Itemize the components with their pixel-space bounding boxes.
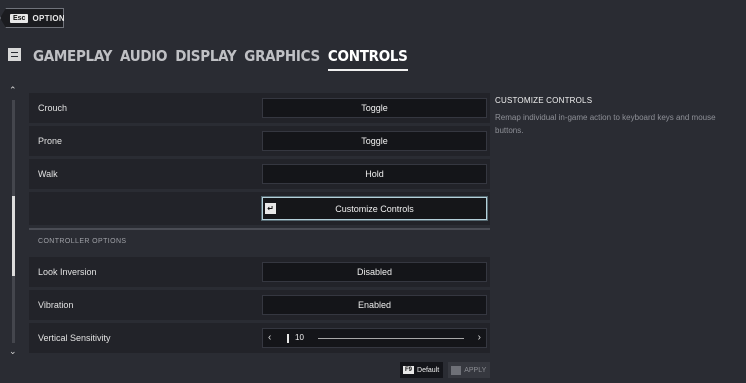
slider-handle[interactable] bbox=[287, 334, 289, 343]
customize-controls-button[interactable]: ↵ Customize Controls bbox=[262, 197, 487, 220]
info-panel: CUSTOMIZE CONTROLS Remap individual in-g… bbox=[495, 96, 731, 137]
setting-label: Prone bbox=[38, 136, 63, 146]
tab-graphics[interactable]: GRAPHICS bbox=[244, 47, 320, 69]
chevron-down-icon[interactable]: ⌄ bbox=[9, 347, 17, 356]
setting-row-walk: Walk Hold bbox=[29, 159, 490, 189]
default-label: Default bbox=[417, 366, 440, 374]
slider-track[interactable] bbox=[318, 338, 464, 339]
esc-key-icon: Esc bbox=[10, 13, 29, 23]
tab-display[interactable]: DISPLAY bbox=[175, 47, 236, 69]
apply-key-icon bbox=[451, 365, 462, 375]
controller-options-header: CONTROLLER OPTIONS bbox=[38, 237, 127, 245]
chevron-up-icon[interactable]: ⌃ bbox=[9, 86, 17, 95]
tab-gameplay[interactable]: GAMEPLAY bbox=[33, 47, 112, 69]
crouch-value-selector[interactable]: Toggle bbox=[262, 98, 487, 118]
prone-value-selector[interactable]: Toggle bbox=[262, 131, 487, 151]
apply-button[interactable]: APPLY bbox=[448, 362, 491, 378]
scroll-thumb[interactable] bbox=[12, 196, 15, 276]
scroll-track[interactable] bbox=[12, 100, 15, 343]
setting-row-look-inversion: Look Inversion Disabled bbox=[29, 257, 490, 287]
setting-label: Vertical Sensitivity bbox=[38, 333, 111, 343]
f9-key-icon: F9 bbox=[403, 366, 415, 374]
footer-actions: F9 Default APPLY bbox=[400, 362, 491, 378]
setting-row-customize: ↵ Customize Controls bbox=[29, 192, 490, 225]
menu-icon[interactable] bbox=[8, 48, 21, 61]
apply-label: APPLY bbox=[464, 366, 487, 374]
info-title: CUSTOMIZE CONTROLS bbox=[495, 96, 593, 105]
back-button[interactable]: Esc OPTIONS bbox=[0, 8, 64, 28]
vertical-sensitivity-slider[interactable]: ‹ 10 › bbox=[262, 328, 487, 348]
vibration-selector[interactable]: Enabled bbox=[262, 295, 487, 315]
default-button[interactable]: F9 Default bbox=[400, 362, 444, 378]
setting-label: Walk bbox=[38, 169, 58, 179]
tab-controls[interactable]: CONTROLS bbox=[327, 47, 408, 71]
setting-row-prone: Prone Toggle bbox=[29, 126, 490, 156]
look-inversion-selector[interactable]: Disabled bbox=[262, 262, 487, 282]
settings-list: Crouch Toggle Prone Toggle Walk Hold ↵ C… bbox=[29, 93, 490, 356]
info-description: Remap individual in-game action to keybo… bbox=[495, 113, 716, 135]
enter-key-icon: ↵ bbox=[265, 203, 276, 214]
setting-row-vertical-sensitivity: Vertical Sensitivity ‹ 10 › bbox=[29, 323, 490, 353]
scrollbar[interactable]: ⌃ ⌄ bbox=[8, 86, 20, 356]
setting-label: Vibration bbox=[38, 300, 74, 310]
setting-row-crouch: Crouch Toggle bbox=[29, 93, 490, 123]
setting-row-vibration: Vibration Enabled bbox=[29, 290, 490, 320]
customize-controls-label: Customize Controls bbox=[335, 203, 414, 214]
chevron-right-icon[interactable]: › bbox=[478, 332, 481, 343]
setting-label: Look Inversion bbox=[38, 267, 97, 277]
tab-audio[interactable]: AUDIO bbox=[120, 47, 167, 69]
options-title: OPTIONS bbox=[32, 13, 71, 23]
tab-bar: GAMEPLAY AUDIO DISPLAY GRAPHICS CONTROLS bbox=[8, 47, 416, 73]
setting-label: Crouch bbox=[38, 103, 68, 113]
chevron-left-icon[interactable]: ‹ bbox=[268, 332, 271, 343]
slider-value: 10 bbox=[295, 333, 304, 342]
walk-value-selector[interactable]: Hold bbox=[262, 164, 487, 184]
